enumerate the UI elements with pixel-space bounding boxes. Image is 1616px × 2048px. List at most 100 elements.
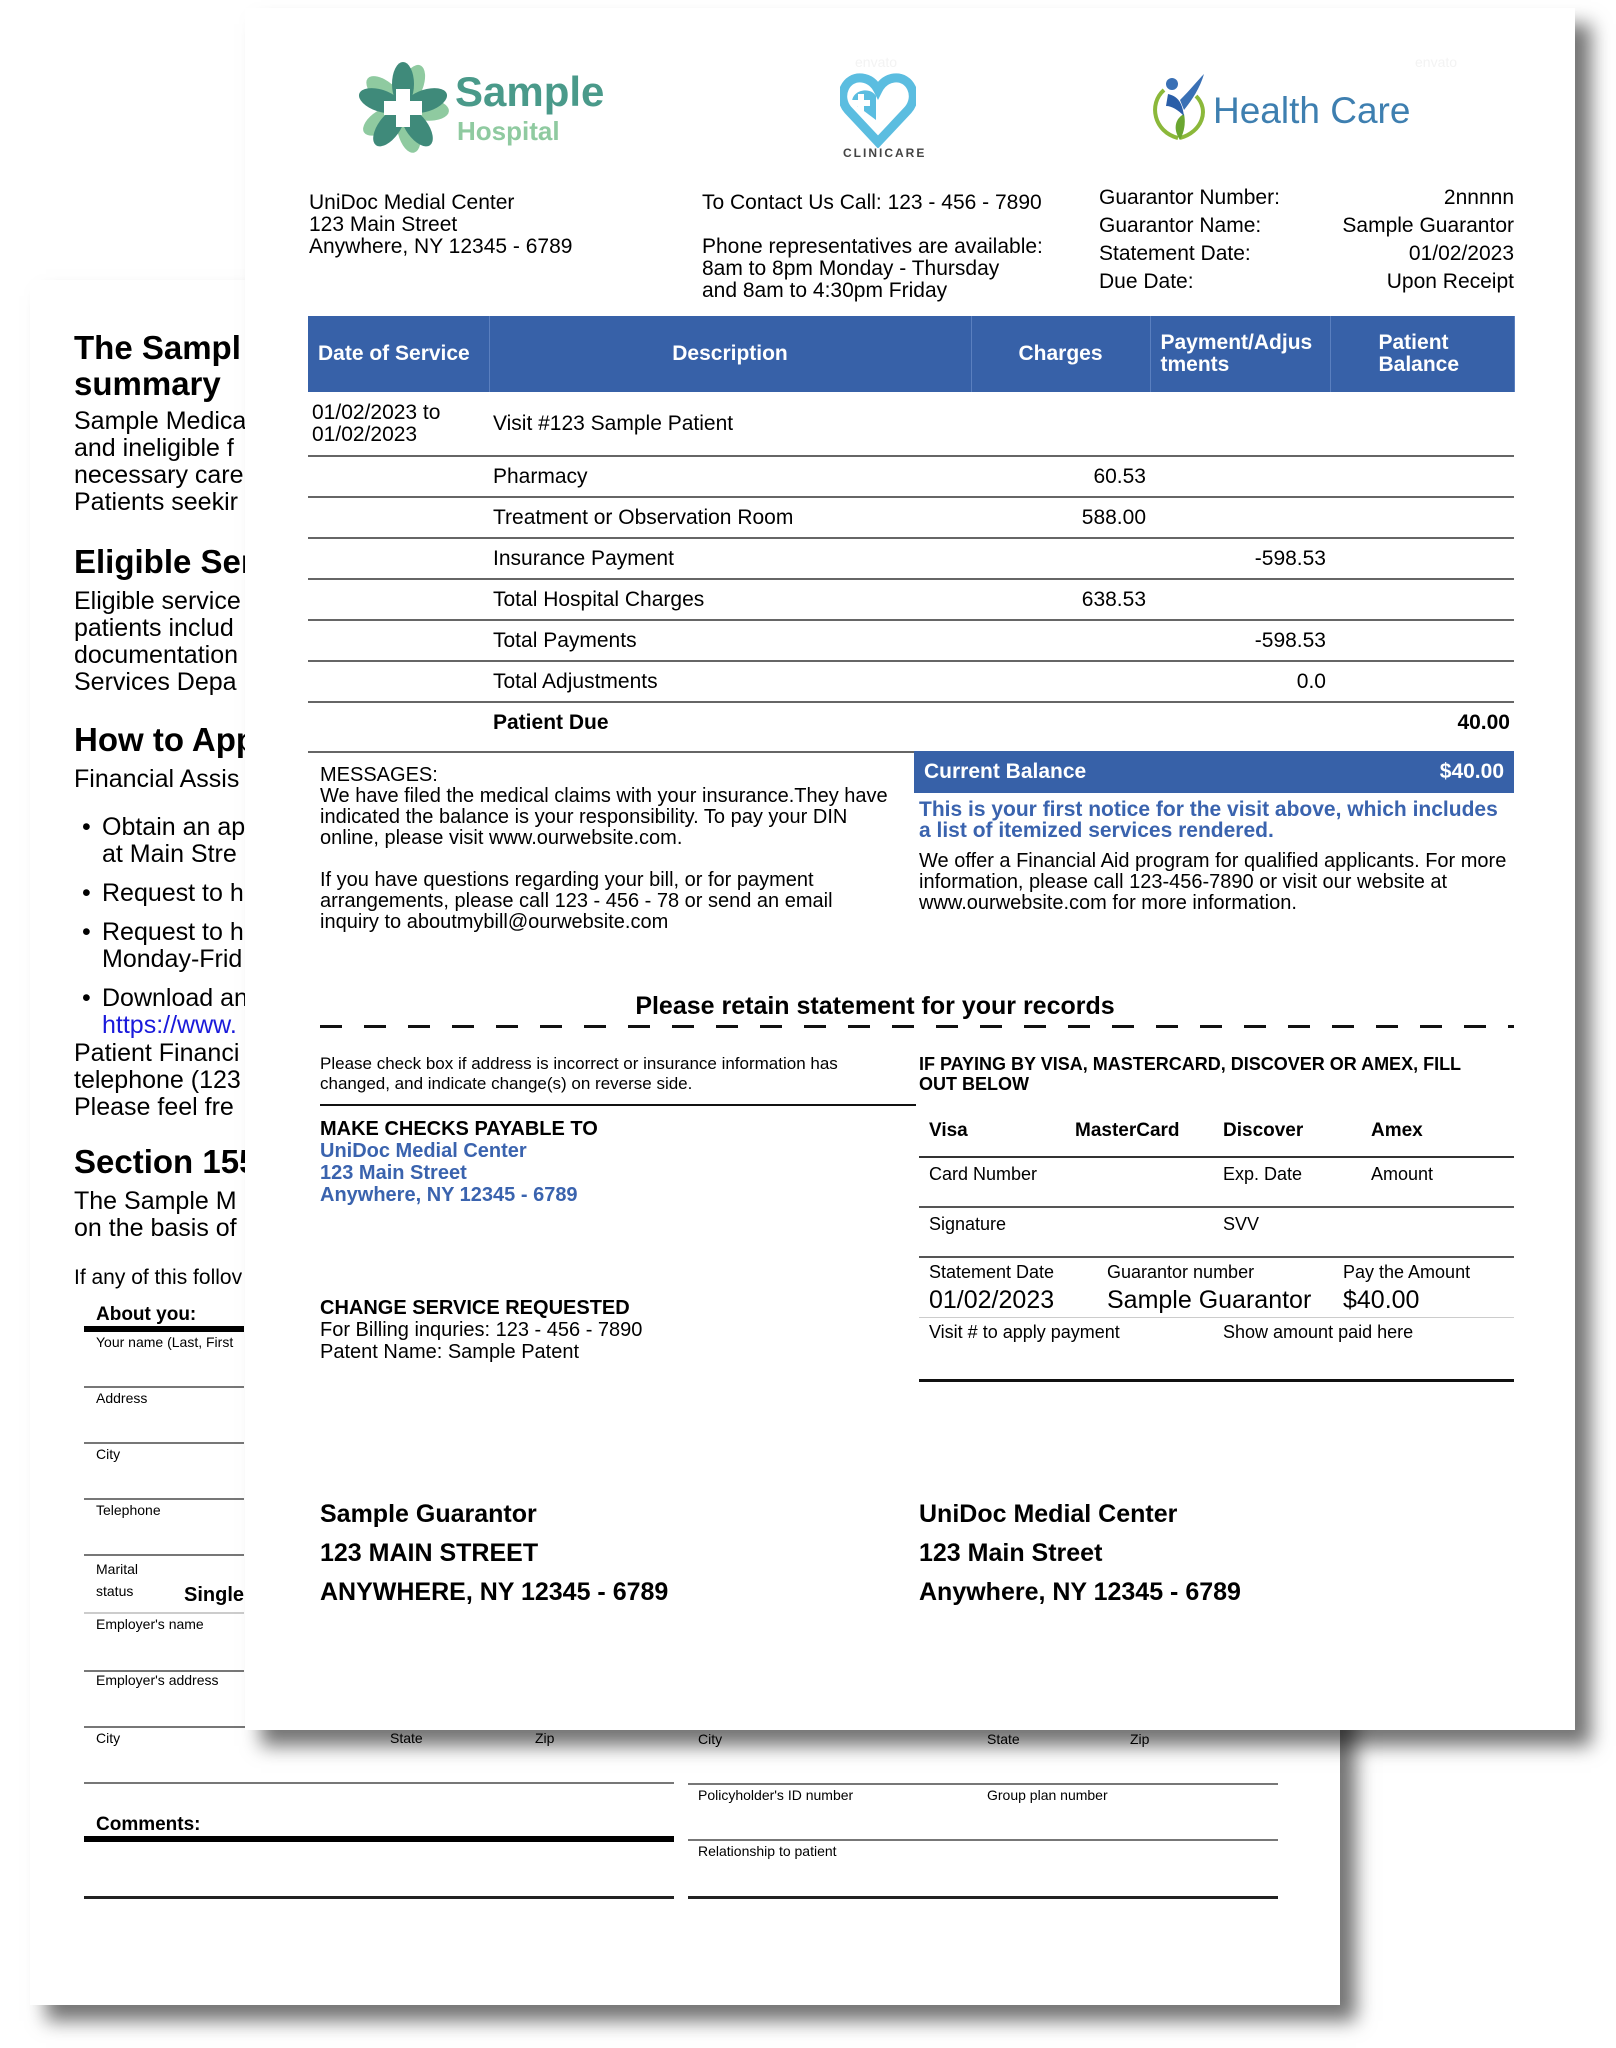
- card-type-visa[interactable]: Visa: [919, 1120, 1075, 1142]
- address-line: ANYWHERE, NY 12345 - 6789: [320, 1578, 669, 1606]
- field-visit-number[interactable]: Visit # to apply payment: [919, 1322, 1223, 1379]
- list-item: Download an https://www.: [74, 985, 248, 1039]
- section-1557-heading: Section 155: [74, 1143, 258, 1180]
- card-heading: IF PAYING BY VISA, MASTERCARD, DISCOVER …: [919, 1054, 1461, 1094]
- section-paragraph: The Sample M on the basis of: [74, 1188, 237, 1242]
- cell-date: [308, 579, 489, 621]
- title-line: The Sampl: [74, 329, 241, 366]
- clinicare-logo: [838, 72, 918, 153]
- tear-line: [320, 1025, 1514, 1028]
- field-state-right[interactable]: State: [987, 1731, 1020, 1747]
- info-label: Due Date:: [1099, 270, 1194, 293]
- website-link[interactable]: https://www.: [102, 1012, 248, 1039]
- comments-field[interactable]: [84, 1842, 674, 1896]
- divider: [688, 1839, 1278, 1841]
- text-line: Sample Medica: [74, 407, 247, 435]
- list-item: Request to h: [74, 880, 248, 908]
- cell-balance: [1330, 579, 1514, 621]
- cell-description: Treatment or Observation Room: [489, 497, 971, 539]
- field-marital-status[interactable]: Marital status: [96, 1558, 156, 1602]
- divider: [84, 1498, 244, 1500]
- address-line: UniDoc Medial Center: [919, 1500, 1178, 1528]
- field-policyholder-id[interactable]: Policyholder's ID number: [698, 1787, 853, 1803]
- cell-date: [308, 538, 489, 580]
- cell-balance: 40.00: [1457, 710, 1510, 734]
- cell-charges: [971, 392, 1150, 457]
- cell-balance: [1330, 497, 1514, 539]
- field-city[interactable]: City: [96, 1446, 120, 1462]
- field-exp-date[interactable]: Exp. Date: [1223, 1164, 1371, 1185]
- stub-label: Guarantor number: [1107, 1262, 1255, 1282]
- flower-cross-icon: [358, 62, 449, 153]
- stub-statement-date: 01/02/2023: [929, 1285, 1055, 1314]
- guarantor-name: Sample Guarantor: [1342, 214, 1514, 237]
- hospital-logo-text: Sample: [455, 68, 605, 115]
- field-zip-left[interactable]: Zip: [535, 1730, 554, 1746]
- current-balance-amount: $40.00: [1439, 760, 1504, 783]
- field-signature[interactable]: Signature: [919, 1214, 1223, 1235]
- cell-date: [308, 620, 489, 662]
- card-type-amex[interactable]: Amex: [1371, 1120, 1423, 1142]
- stub-pay-amount: $40.00: [1343, 1285, 1420, 1314]
- cell-date: [308, 456, 489, 498]
- divider: [688, 1896, 1278, 1899]
- hospital-logo-subtext: Hospital: [457, 116, 560, 146]
- text-line: telephone (123: [74, 1066, 241, 1094]
- guarantor-number: 2nnnnn: [1443, 186, 1514, 209]
- field-amount-paid[interactable]: Show amount paid here: [1223, 1322, 1413, 1379]
- field-employer-address[interactable]: Employer's address: [96, 1672, 219, 1688]
- text-line: patients includ: [74, 614, 234, 642]
- field-city-left[interactable]: City: [96, 1730, 120, 1746]
- sample-hospital-logo: [357, 62, 449, 159]
- card-number-row: Card Number Exp. Date Amount: [919, 1158, 1514, 1208]
- field-telephone[interactable]: Telephone: [96, 1502, 161, 1518]
- text-line: at Main Stre: [102, 840, 237, 868]
- cell-description: Insurance Payment: [489, 538, 971, 580]
- field-amount[interactable]: Amount: [1371, 1164, 1433, 1185]
- current-balance-bar: Current Balance $40.00: [914, 751, 1514, 793]
- table-row: Treatment or Observation Room 588.00: [308, 497, 1514, 539]
- cell-payment: [1150, 392, 1330, 457]
- table-row: Total Payments -598.53: [308, 620, 1514, 662]
- field-zip-right[interactable]: Zip: [1130, 1731, 1149, 1747]
- provider-address: UniDoc Medial Center 123 Main Street Any…: [309, 192, 572, 258]
- field-relationship[interactable]: Relationship to patient: [698, 1843, 837, 1859]
- info-row: Guarantor Number: 2nnnnn: [1099, 184, 1514, 212]
- eligible-paragraph: Eligible service patients includ documen…: [74, 588, 241, 696]
- cell-payment: [1150, 456, 1330, 498]
- field-address[interactable]: Address: [96, 1390, 147, 1406]
- info-label: Guarantor Number:: [1099, 186, 1280, 209]
- cell-charges: 60.53: [971, 456, 1150, 498]
- cell-charges: [971, 702, 1150, 742]
- field-city-right[interactable]: City: [698, 1731, 722, 1747]
- list-item: Obtain an ap at Main Stre: [74, 814, 248, 868]
- field-employer-name[interactable]: Employer's name: [96, 1616, 204, 1632]
- about-you-heading: About you:: [96, 1304, 197, 1325]
- cell-charges: 588.00: [971, 497, 1150, 539]
- due-date: Upon Receipt: [1386, 270, 1514, 293]
- info-row: Statement Date: 01/02/2023: [1099, 240, 1514, 268]
- retain-notice: Please retain statement for your records: [245, 992, 1575, 1021]
- col-description: Description: [489, 316, 972, 392]
- card-type-mastercard[interactable]: MasterCard: [1075, 1120, 1223, 1142]
- field-group-plan[interactable]: Group plan number: [987, 1787, 1108, 1803]
- text-line: Obtain an ap: [102, 813, 246, 841]
- divider: [84, 1442, 244, 1444]
- cell-date: 01/02/2023 to 01/02/2023: [308, 392, 489, 457]
- cell-description: Visit #123 Sample Patient: [489, 392, 971, 457]
- provider-name: UniDoc Medial Center: [309, 191, 515, 214]
- cell-date: [308, 702, 489, 742]
- hours-line: 8am to 8pm Monday - Thursday: [702, 257, 1000, 280]
- cell-balance: [1330, 538, 1514, 580]
- cell-date: [308, 661, 489, 703]
- how-to-apply-heading: How to App: [74, 721, 257, 758]
- field-state-left[interactable]: State: [390, 1730, 423, 1746]
- stub-label: Statement Date: [929, 1262, 1055, 1282]
- cell-payment: [1150, 579, 1330, 621]
- field-svv[interactable]: SVV: [1223, 1214, 1259, 1235]
- field-card-number[interactable]: Card Number: [919, 1164, 1223, 1185]
- heart-cross-icon: [838, 73, 918, 149]
- card-type-discover[interactable]: Discover: [1223, 1120, 1371, 1142]
- table-row: 01/02/2023 to 01/02/2023 Visit #123 Samp…: [308, 392, 1514, 457]
- field-your-name[interactable]: Your name (Last, First: [96, 1334, 233, 1350]
